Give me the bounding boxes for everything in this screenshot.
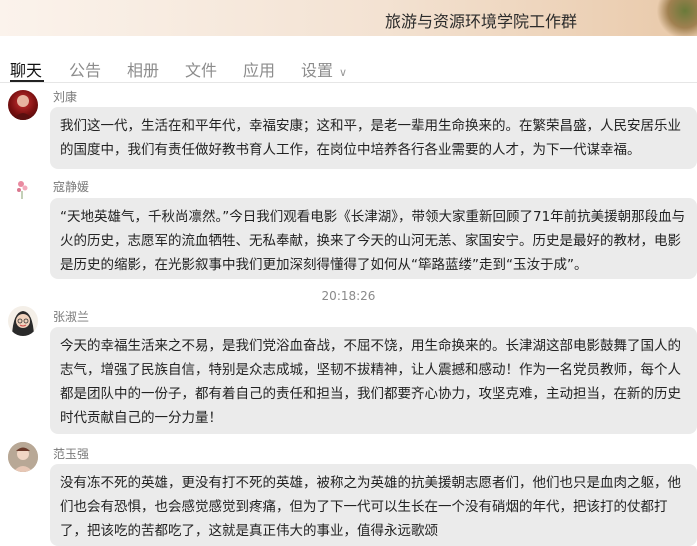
chevron-down-icon: ∨ (339, 66, 348, 79)
avatar-image (12, 311, 34, 336)
tab-settings-label: 设置 (301, 61, 334, 80)
tab-settings[interactable]: 设置 ∨ (301, 57, 347, 81)
message-timestamp: 20:18:26 (321, 289, 376, 303)
tab-bar: 聊天 公告 相册 文件 应用 设置 ∨ (0, 36, 697, 83)
avatar[interactable] (8, 175, 38, 205)
avatar[interactable] (8, 306, 38, 336)
message-bubble: 没有冻不死的英雄，更没有打不死的英雄，被称之为英雄的抗美援朝志愿者们，他们也只是… (50, 464, 697, 546)
group-title: 旅游与资源环境学院工作群 (385, 12, 578, 31)
message-bubble: “天地英雄气，千秋尚凛然。”今日我们观看电影《长津湖》，带领大家重新回顾了71年… (50, 198, 697, 279)
avatar-image (13, 95, 33, 120)
sender-name: 刘康 (53, 90, 78, 104)
tab-chat[interactable]: 聊天 (10, 57, 42, 81)
window-header: 旅游与资源环境学院工作群 (0, 0, 697, 36)
message-bubble: 我们这一代，生活在和平年代，幸福安康；这和平，是老一辈用生命换来的。在繁荣昌盛，… (50, 107, 697, 169)
avatar[interactable] (8, 90, 38, 120)
avatar[interactable] (8, 442, 38, 472)
sender-name: 张淑兰 (53, 310, 90, 324)
tab-album[interactable]: 相册 (127, 57, 159, 81)
tab-files[interactable]: 文件 (185, 57, 217, 81)
header-decoration (657, 0, 697, 36)
sender-name: 寇静媛 (53, 180, 90, 194)
avatar-image (8, 442, 38, 472)
active-tab-indicator (10, 80, 44, 82)
flower-avatar-image (17, 181, 28, 199)
message-bubble: 今天的幸福生活来之不易，是我们党浴血奋战，不屈不饶，用生命换来的。长津湖这部电影… (50, 327, 697, 434)
sender-name: 范玉强 (53, 447, 90, 461)
tab-apps[interactable]: 应用 (243, 57, 275, 81)
tab-announcement[interactable]: 公告 (69, 57, 101, 81)
